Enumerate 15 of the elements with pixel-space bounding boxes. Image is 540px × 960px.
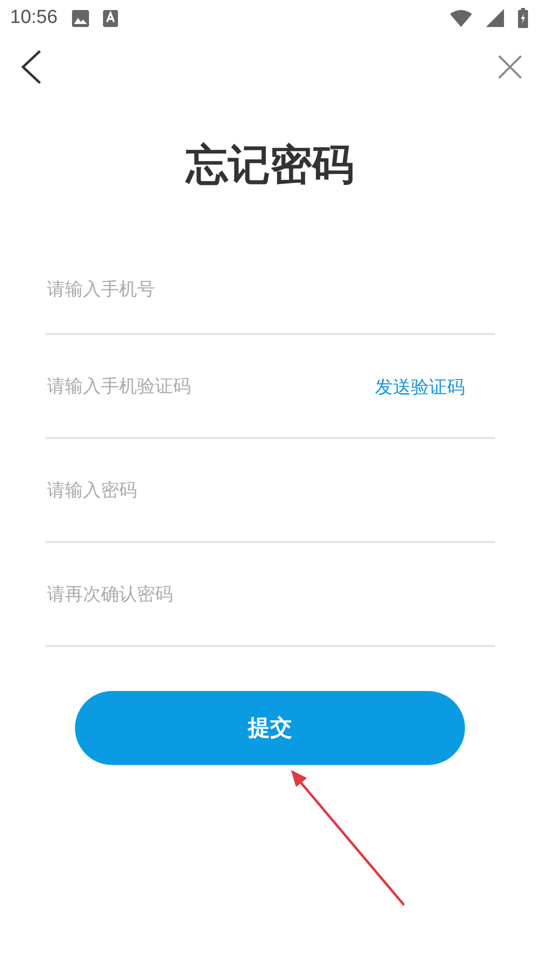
input-field[interactable]: 请输入手机验证码 (45, 375, 375, 398)
wifi-icon (450, 9, 472, 27)
image-icon (72, 10, 89, 26)
input-field[interactable]: 请输入手机号 (45, 278, 495, 302)
input-field[interactable]: 请再次确认密码 (45, 583, 495, 606)
page-title: 忘记密码 (184, 139, 355, 191)
back-icon[interactable] (20, 49, 42, 85)
signal-icon (486, 9, 504, 27)
input-field[interactable]: 请输入密码 (45, 479, 495, 502)
keyboard-notification-icon (102, 10, 118, 26)
send-code-link[interactable]: 发送验证码 (375, 374, 465, 399)
close-icon[interactable] (498, 55, 522, 79)
submit-button[interactable]: 提交 (75, 690, 465, 765)
battery-icon (518, 8, 528, 28)
status-time: 10:56 (10, 7, 58, 29)
